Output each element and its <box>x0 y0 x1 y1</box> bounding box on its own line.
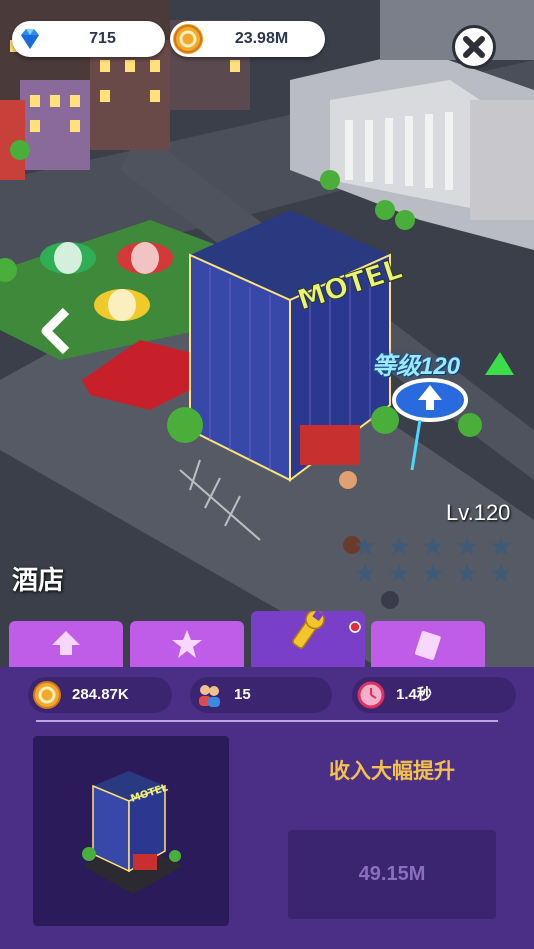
building-level: Lv.120 <box>446 500 511 525</box>
arrow-up-icon <box>52 631 80 655</box>
building-level-sign: 等级120 <box>372 353 461 380</box>
star-icon: ★ <box>455 558 479 588</box>
notification-badge <box>349 621 361 633</box>
coin-count: 23.98M <box>234 30 289 47</box>
star-rating: ★ ★ ★ ★ ★ ★ ★ ★ ★ ★ <box>348 533 518 587</box>
tab-upgrade[interactable] <box>9 621 123 668</box>
star-icon: ★ <box>353 531 377 561</box>
building-name: 酒店 <box>12 565 65 595</box>
previous-building-button[interactable] <box>36 306 76 356</box>
upgrade-title: 收入大幅提升 <box>329 760 455 783</box>
star-icon: ★ <box>353 558 377 588</box>
tab-cards[interactable] <box>371 621 485 668</box>
star-icon: ★ <box>489 531 513 561</box>
diamond-icon <box>15 24 45 54</box>
close-icon <box>463 36 485 58</box>
coin-icon <box>173 24 203 54</box>
card-icon <box>414 631 441 660</box>
clock-icon <box>356 680 386 710</box>
gem-counter[interactable]: 715 <box>12 21 165 57</box>
star-icon: ★ <box>489 558 513 588</box>
people-icon <box>194 680 224 710</box>
divider <box>36 720 498 722</box>
gem-count: 715 <box>89 30 116 47</box>
chevron-left-icon <box>41 307 70 355</box>
building-thumbnail: MOTEL <box>33 736 229 926</box>
star-icon: ★ <box>421 558 445 588</box>
star-icon: ★ <box>387 531 411 561</box>
income-stat: 284.87K <box>28 677 172 713</box>
wrench-icon <box>292 609 361 649</box>
upgrade-button[interactable]: 49.15M <box>288 830 496 919</box>
star-icon: ★ <box>387 558 411 588</box>
tab-stars[interactable] <box>130 621 244 668</box>
star-icon <box>172 630 202 658</box>
staff-stat: 15 <box>190 677 332 713</box>
tab-tools[interactable] <box>251 609 365 668</box>
coin-icon <box>32 680 62 710</box>
star-icon: ★ <box>455 531 479 561</box>
staff-value: 15 <box>234 686 251 703</box>
time-value: 1.4秒 <box>396 686 432 703</box>
close-button[interactable] <box>452 25 496 69</box>
time-stat: 1.4秒 <box>352 677 516 713</box>
income-value: 284.87K <box>72 686 129 703</box>
star-icon: ★ <box>421 531 445 561</box>
coin-counter[interactable]: 23.98M <box>170 21 325 57</box>
